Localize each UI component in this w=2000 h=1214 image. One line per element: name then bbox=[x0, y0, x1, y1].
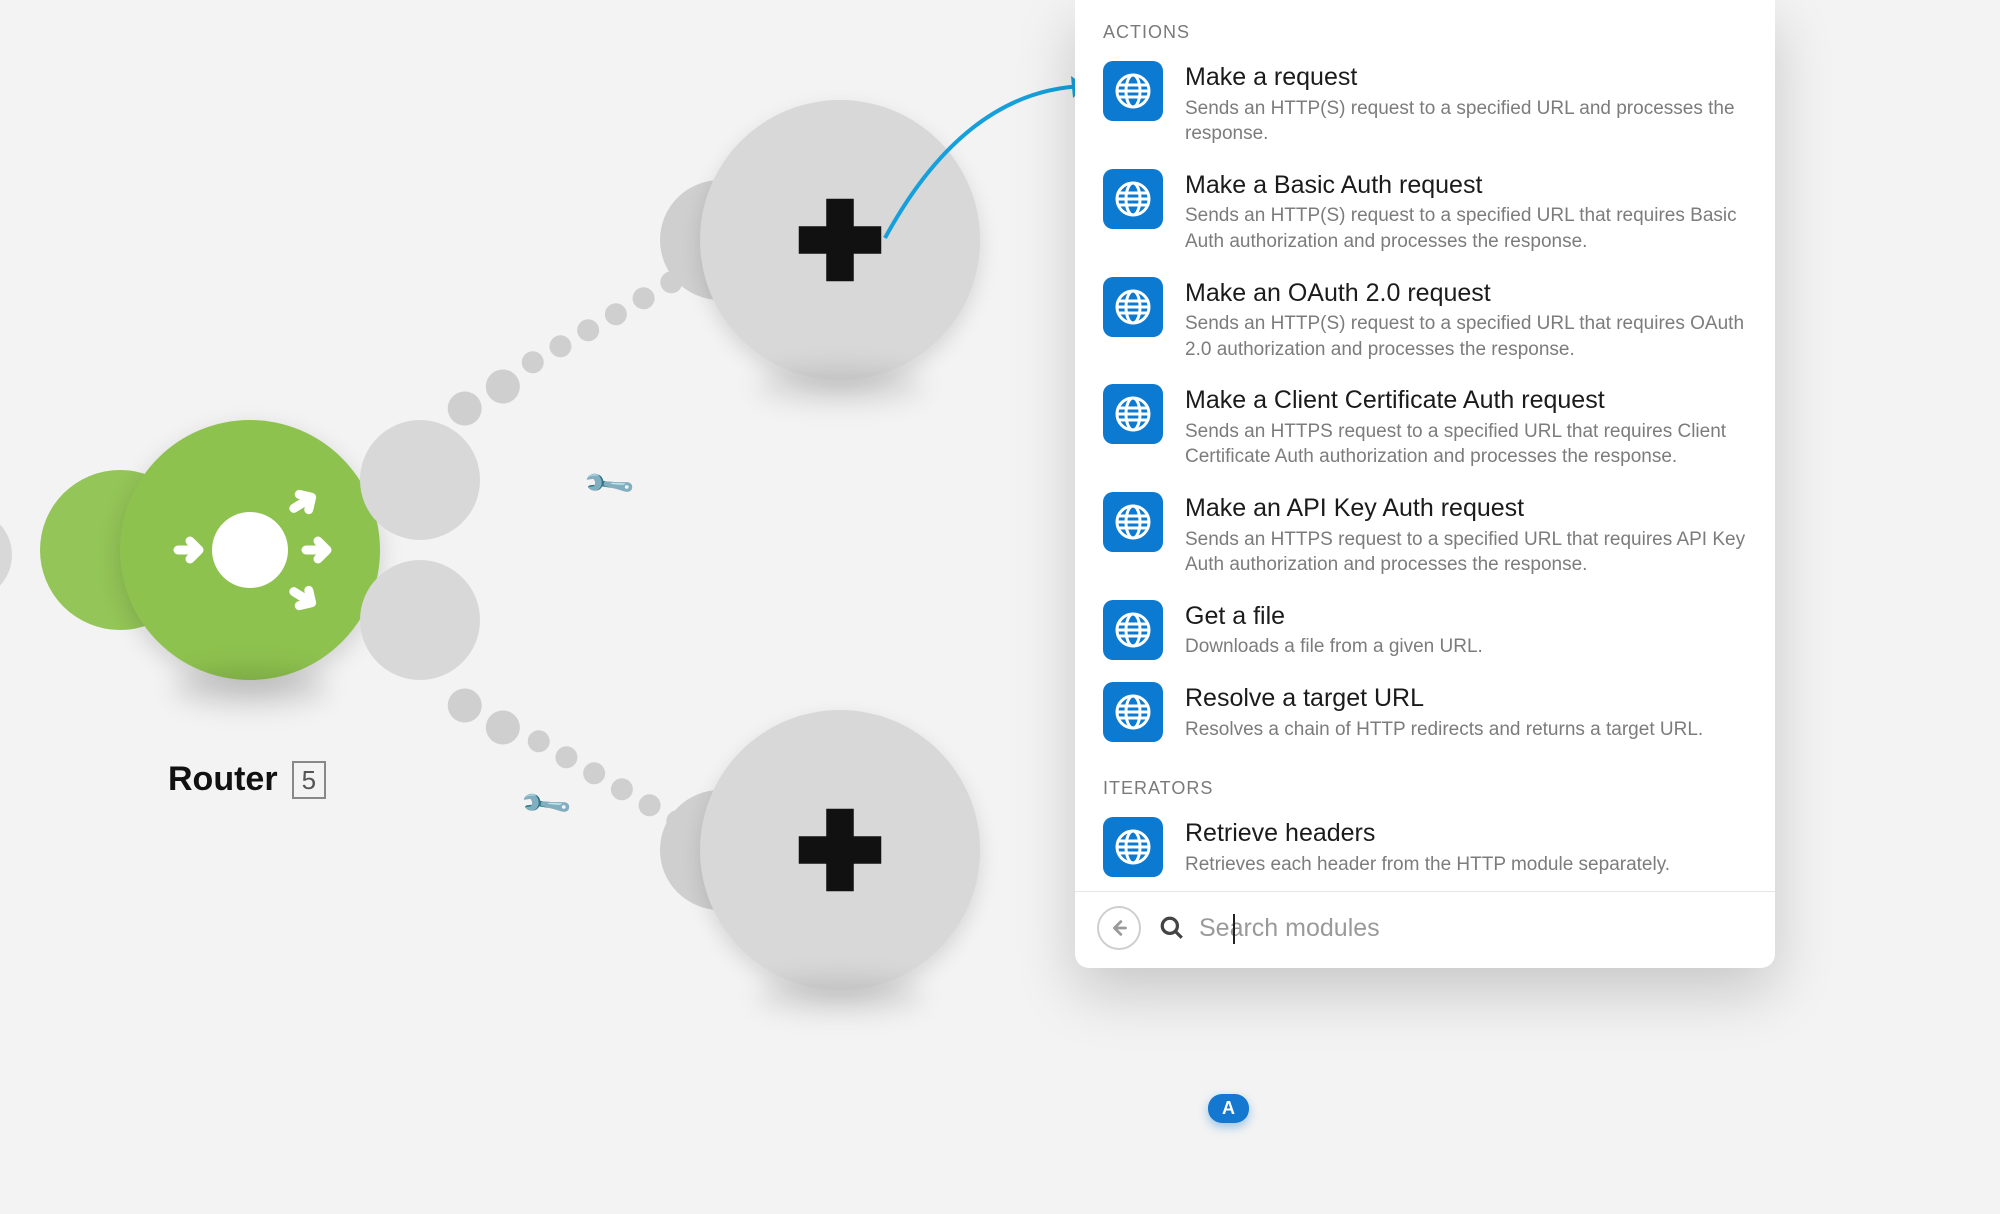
router-output-connector bbox=[360, 420, 480, 540]
action-title: Make an API Key Auth request bbox=[1185, 492, 1747, 525]
router-label-text: Router bbox=[168, 760, 278, 799]
action-description: Sends an HTTP(S) request to a specified … bbox=[1185, 311, 1747, 362]
wrench-icon[interactable]: 🔧 bbox=[517, 776, 575, 834]
text-cursor bbox=[1233, 914, 1235, 944]
router-node[interactable] bbox=[120, 420, 380, 680]
back-button[interactable] bbox=[1097, 906, 1141, 950]
search-icon bbox=[1159, 915, 1185, 941]
action-description: Sends an HTTPS request to a specified UR… bbox=[1185, 527, 1747, 578]
http-globe-icon bbox=[1103, 169, 1163, 229]
module-picker-panel: ACTIONS Make a request Sends an HTTP(S) … bbox=[1075, 0, 1775, 968]
http-globe-icon bbox=[1103, 61, 1163, 121]
router-output-connector bbox=[360, 560, 480, 680]
http-globe-icon bbox=[1103, 277, 1163, 337]
http-globe-icon bbox=[1103, 600, 1163, 660]
action-description: Downloads a file from a given URL. bbox=[1185, 634, 1747, 660]
action-title: Resolve a target URL bbox=[1185, 682, 1747, 715]
router-label: Router 5 bbox=[168, 760, 326, 799]
wrench-icon[interactable]: 🔧 bbox=[580, 456, 638, 514]
http-globe-icon bbox=[1103, 492, 1163, 552]
plus-icon bbox=[785, 795, 895, 905]
action-description: Sends an HTTPS request to a specified UR… bbox=[1185, 419, 1747, 470]
action-title: Make an OAuth 2.0 request bbox=[1185, 277, 1747, 310]
action-title: Make a Basic Auth request bbox=[1185, 169, 1747, 202]
http-globe-icon bbox=[1103, 817, 1163, 877]
action-title: Retrieve headers bbox=[1185, 817, 1747, 850]
arrow-left-icon bbox=[1108, 917, 1130, 939]
section-header-actions: ACTIONS bbox=[1075, 0, 1775, 53]
action-make-client-cert-request[interactable]: Make a Client Certificate Auth request S… bbox=[1075, 376, 1775, 484]
action-make-basic-auth-request[interactable]: Make a Basic Auth request Sends an HTTP(… bbox=[1075, 161, 1775, 269]
action-description: Sends an HTTP(S) request to a specified … bbox=[1185, 203, 1747, 254]
action-title: Make a request bbox=[1185, 61, 1747, 94]
section-header-iterators: ITERATORS bbox=[1075, 756, 1775, 809]
action-resolve-target-url[interactable]: Resolve a target URL Resolves a chain of… bbox=[1075, 674, 1775, 756]
action-description: Retrieves each header from the HTTP modu… bbox=[1185, 852, 1747, 878]
action-description: Resolves a chain of HTTP redirects and r… bbox=[1185, 717, 1747, 743]
router-center bbox=[212, 512, 288, 588]
search-modules-input[interactable] bbox=[1199, 914, 1753, 943]
action-title: Get a file bbox=[1185, 600, 1747, 633]
action-make-api-key-request[interactable]: Make an API Key Auth request Sends an HT… bbox=[1075, 484, 1775, 592]
http-globe-icon bbox=[1103, 384, 1163, 444]
keyboard-hint-badge: A bbox=[1208, 1094, 1249, 1123]
router-number-badge: 5 bbox=[292, 761, 326, 799]
action-description: Sends an HTTP(S) request to a specified … bbox=[1185, 96, 1747, 147]
add-module-node[interactable] bbox=[700, 710, 980, 990]
action-title: Make a Client Certificate Auth request bbox=[1185, 384, 1747, 417]
action-get-a-file[interactable]: Get a file Downloads a file from a given… bbox=[1075, 592, 1775, 674]
plus-icon bbox=[785, 185, 895, 295]
http-globe-icon bbox=[1103, 682, 1163, 742]
input-connector-stub bbox=[0, 510, 12, 600]
panel-footer bbox=[1075, 891, 1775, 968]
action-make-a-request[interactable]: Make a request Sends an HTTP(S) request … bbox=[1075, 53, 1775, 161]
add-module-node[interactable] bbox=[700, 100, 980, 380]
action-retrieve-headers[interactable]: Retrieve headers Retrieves each header f… bbox=[1075, 809, 1775, 891]
action-make-oauth2-request[interactable]: Make an OAuth 2.0 request Sends an HTTP(… bbox=[1075, 269, 1775, 377]
